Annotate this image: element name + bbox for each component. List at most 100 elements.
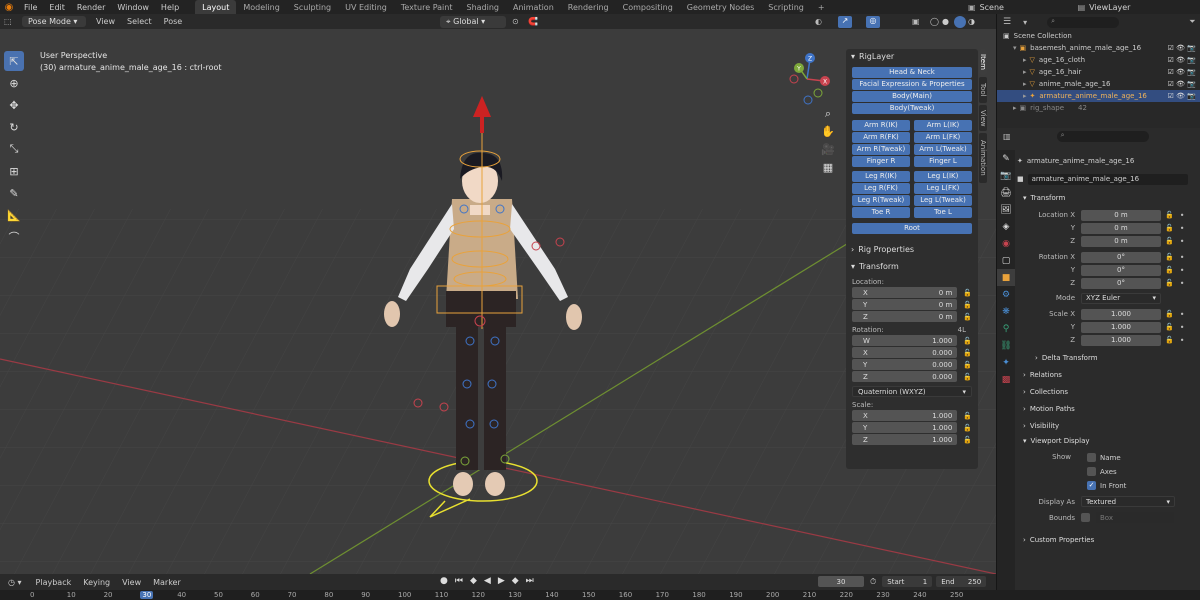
leg-button[interactable]: Leg R(FK) [852,183,910,194]
lock-icon[interactable]: 🔓 [963,361,972,369]
expand-arrow-icon[interactable]: ▸ [1023,68,1027,76]
expand-arrow-icon[interactable]: ▸ [1023,92,1027,100]
lock-icon[interactable]: 🔓 [963,436,972,444]
lock-icon[interactable]: 🔓 [1165,237,1174,245]
arm-button[interactable]: Arm L(Tweak) [914,144,972,155]
tool-tab-icon[interactable]: ✎ [997,150,1015,167]
arm-button[interactable]: Arm R(Tweak) [852,144,910,155]
camera-view-icon[interactable]: 🎥 [820,141,836,159]
menu-help[interactable]: Help [155,3,185,12]
checkbox[interactable] [1087,453,1096,462]
outliner-item[interactable]: ▸ ▣ rig_shape 42 [997,102,1200,114]
keyframe-dot-icon[interactable]: • [1180,253,1185,262]
workspace-tab-layout[interactable]: Layout [195,0,237,14]
lock-icon[interactable]: 🔓 [1165,323,1174,331]
particles-tab-icon[interactable]: ❋ [997,303,1015,320]
current-frame-field[interactable]: 30 [818,576,864,587]
workspace-tab-uv-editing[interactable]: UV Editing [338,0,394,14]
scene-collection-row[interactable]: ▣ Scene Collection [997,30,1200,42]
gizmo-toggle-icon[interactable]: ↗ [838,15,852,28]
leg-button[interactable]: Leg L(FK) [914,183,972,194]
snap-icon[interactable]: 🧲 [528,17,538,26]
menu-select[interactable]: Select [121,17,158,26]
view-layer-selector[interactable]: ViewLayer [1089,3,1130,12]
transform-section-header[interactable]: ▾ Transform [1017,190,1197,205]
expand-arrow-icon[interactable]: ▸ [1023,56,1027,64]
visibility-toggles-icon[interactable]: ☑ 👁 📷 [1168,56,1196,64]
prop-rot-value-field[interactable]: 0° [1081,251,1161,263]
expand-arrow-icon[interactable]: ▸ [1013,104,1017,112]
select-tool-icon[interactable]: ⇱ [4,51,24,71]
scale-tool-icon[interactable]: ⤡ [4,139,24,159]
arm-button[interactable]: Arm L(FK) [914,132,972,143]
lock-icon[interactable]: 🔓 [963,289,972,297]
np-rot-field[interactable]: X 0.000 [852,347,958,358]
lock-icon[interactable]: 🔓 [963,313,972,321]
properties-section-header[interactable]: › Visibility [1017,418,1197,433]
np-scale-field[interactable]: Y 1.000 [852,422,958,433]
tab-tool[interactable]: Tool [979,77,987,103]
visibility-toggles-icon[interactable]: ☑ 👁 📷 [1168,80,1196,88]
timeline-editor-icon[interactable]: ◷ ▾ [8,578,22,587]
outliner-editor-icon[interactable]: ☰ [1003,17,1011,27]
leg-button[interactable]: Toe R [852,207,910,218]
pan-hand-icon[interactable]: ✋ [820,123,836,141]
bounds-type-dropdown[interactable]: Box [1096,512,1174,523]
lock-icon[interactable]: 🔓 [963,301,972,309]
np-scale-field[interactable]: X 1.000 [852,410,958,421]
tab-item[interactable]: Item [979,49,987,75]
arm-button[interactable]: Arm L(IK) [914,120,972,131]
prop-loc-value-field[interactable]: 0 m [1081,235,1161,247]
expand-arrow-icon[interactable]: ▾ [1013,44,1017,52]
properties-search-input[interactable]: ⌕ [1056,130,1149,142]
editor-type-icon[interactable]: ⬚ [4,17,18,26]
workspace-tab-geometry-nodes[interactable]: Geometry Nodes [680,0,761,14]
expand-arrow-icon[interactable]: ▸ [1023,80,1027,88]
visibility-toggles-icon[interactable]: ☑ 👁 📷 [1168,92,1196,100]
prop-scale-value-field[interactable]: 1.000 [1081,321,1161,333]
perspective-toggle-icon[interactable]: ▦ [820,159,836,177]
np-rot-field[interactable]: Z 0.000 [852,371,958,382]
move-tool-icon[interactable]: ✥ [4,95,24,115]
lock-icon[interactable]: 🔓 [963,424,972,432]
transform-tool-icon[interactable]: ⊞ [4,161,24,181]
np-scale-field[interactable]: Z 1.000 [852,434,958,445]
measure-tool-icon[interactable]: 📐 [4,205,24,225]
arm-button[interactable]: Arm R(FK) [852,132,910,143]
tab-animation[interactable]: Animation [979,133,987,183]
transform-panel-header[interactable]: ▾ Transform [846,259,978,273]
outliner-item[interactable]: ▸ ▽ age_16_hair ☑ 👁 📷 [997,66,1200,78]
object-name-field[interactable]: armature_anime_male_age_16 [1027,173,1188,185]
lock-icon[interactable]: 🔓 [1165,279,1174,287]
delta-transform-header[interactable]: › Delta Transform [1017,350,1197,365]
keyframe-dot-icon[interactable]: • [1180,266,1185,275]
outliner-item[interactable]: ▾ ▣ basemesh_anime_male_age_16 ☑ 👁 📷 [997,42,1200,54]
display-as-dropdown[interactable]: Textured ▾ [1081,496,1175,507]
rotation-mode-dropdown[interactable]: Quaternion (WXYZ) ▾ [852,386,972,397]
object-data-tab-icon[interactable]: ✦ [997,354,1015,371]
outliner-filter-icon[interactable]: ▾ [1023,18,1027,27]
scene-tab-icon[interactable]: ◈ [997,218,1015,235]
outliner-search-input[interactable]: ⌕ [1047,16,1120,28]
lock-icon[interactable]: 🔓 [963,412,972,420]
output-tab-icon[interactable]: 🖨 [997,184,1015,201]
custom-properties-header[interactable]: › Custom Properties [1017,532,1197,547]
np-loc-field[interactable]: X0 m [852,287,958,298]
keyframe-dot-icon[interactable]: • [1180,323,1185,332]
workspace-tab-shading[interactable]: Shading [459,0,506,14]
workspace-tab-compositing[interactable]: Compositing [616,0,680,14]
visibility-toggles-icon[interactable]: ☑ 👁 📷 [1168,68,1196,76]
menu-pose[interactable]: Pose [158,17,189,26]
arm-button[interactable]: Finger R [852,156,910,167]
jump-end-icon[interactable]: ⏭ [526,576,534,586]
keyframe-dot-icon[interactable]: • [1180,211,1185,220]
workspace-tab-scripting[interactable]: Scripting [761,0,811,14]
riglayer-facial-button[interactable]: Facial Expression & Properties [852,79,972,90]
menu-keying[interactable]: Keying [77,578,116,587]
menu-window[interactable]: Window [111,3,155,12]
constraints-tab-icon[interactable]: ⛓ [997,337,1015,354]
rig-properties-header[interactable]: › Rig Properties [846,242,978,256]
leg-button[interactable]: Leg L(Tweak) [914,195,972,206]
np-loc-field[interactable]: Y0 m [852,299,958,310]
lock-icon[interactable]: 🔓 [1165,310,1174,318]
